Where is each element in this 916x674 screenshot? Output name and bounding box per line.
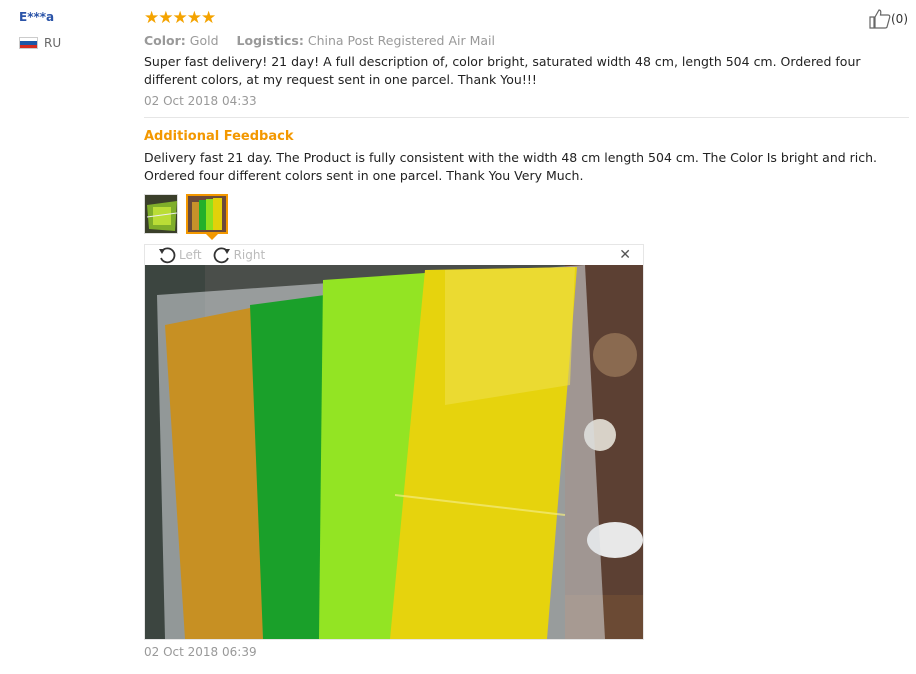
reviewer-country: RU [19, 36, 61, 50]
selected-thumbnail-arrow [206, 234, 218, 240]
color-value: Gold [189, 33, 219, 48]
rotate-right-button[interactable]: Right [212, 246, 266, 264]
color-label: Color: [144, 33, 186, 48]
logistics-label: Logistics: [236, 33, 304, 48]
russia-flag-icon [19, 37, 38, 49]
photo-viewer: Left Right ✕ [144, 244, 644, 640]
star-rating: ★★★★★ [144, 8, 216, 28]
review-body: ★★★★★ Color: Gold Logistics: China Post … [144, 9, 909, 659]
review-text: Super fast delivery! 21 day! A full desc… [144, 54, 861, 87]
additional-feedback-date: 02 Oct 2018 06:39 [144, 645, 257, 659]
reviewer-name[interactable]: E***a [19, 10, 61, 24]
additional-feedback-text: Delivery fast 21 day. The Product is ful… [144, 150, 878, 183]
reviewer-info: E***a RU [19, 10, 61, 50]
rotate-left-icon [159, 247, 176, 264]
additional-feedback-title: Additional Feedback [144, 129, 294, 144]
order-meta: Color: Gold Logistics: China Post Regist… [144, 33, 909, 48]
country-code: RU [44, 36, 62, 50]
review-date: 02 Oct 2018 04:33 [144, 94, 257, 108]
photo-thumbnails [144, 194, 909, 240]
photo-thumbnail-1[interactable] [144, 194, 178, 234]
viewer-toolbar: Left Right ✕ [145, 245, 643, 265]
divider [144, 117, 909, 118]
review-photo [145, 265, 643, 639]
rotate-right-label: Right [233, 248, 266, 262]
rotate-left-label: Left [179, 248, 202, 262]
photo-thumbnail-2[interactable] [186, 194, 228, 234]
rotate-left-button[interactable]: Left [157, 246, 202, 264]
close-icon[interactable]: ✕ [619, 247, 631, 263]
rotate-right-icon [213, 247, 230, 264]
logistics-value: China Post Registered Air Mail [307, 33, 495, 48]
